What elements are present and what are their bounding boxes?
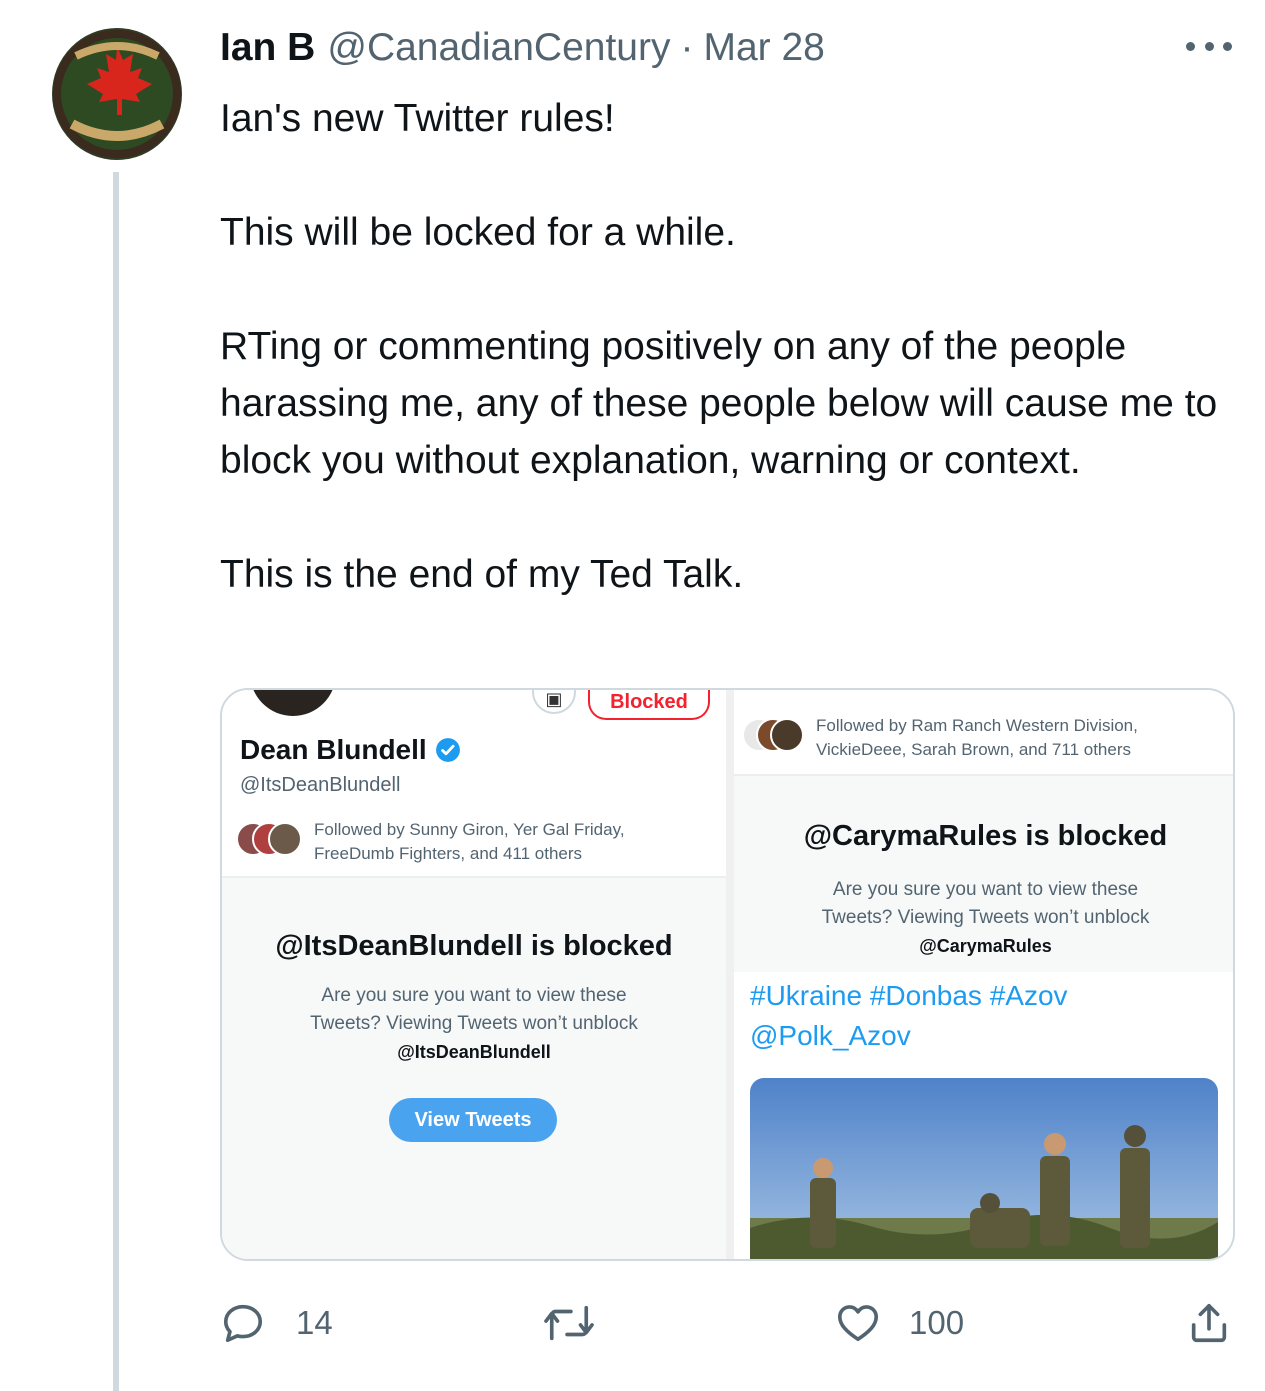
reply-icon — [220, 1300, 266, 1346]
followed-by-line: Followed by Sunny Giron, Yer Gal Friday, — [314, 820, 625, 839]
reply-button[interactable]: 14 — [220, 1300, 333, 1346]
follower-avatars — [236, 822, 302, 858]
blocked-notice: @CarymaRules is blocked Are you sure you… — [734, 774, 1233, 972]
blocked-description: Are you sure you want to view these Twee… — [734, 876, 1233, 960]
separator: · — [680, 26, 694, 69]
blocked-button: Blocked — [588, 690, 710, 720]
author-avatar[interactable] — [52, 28, 182, 160]
blocked-notice: @ItsDeanBlundell is blocked Are you sure… — [222, 876, 726, 1259]
followed-by-line: FreeDumb Fighters, and 411 others — [314, 844, 583, 863]
followed-by: Followed by Sunny Giron, Yer Gal Friday,… — [236, 818, 716, 866]
tweet-header: Ian B @CanadianCentury · Mar 28 — [220, 26, 825, 76]
embedded-media[interactable]: ▣ Blocked Dean Blundell @ItsDeanBlundell… — [220, 688, 1235, 1261]
profile-name: Dean Blundell — [240, 734, 461, 766]
tweet-text: Ian's new Twitter rules! This will be lo… — [220, 90, 1220, 603]
blocked-title: @ItsDeanBlundell is blocked — [275, 930, 673, 962]
blocked-title: @CarymaRules is blocked — [803, 820, 1168, 852]
followed-by-line: VickieDeee, Sarah Brown, and 711 others — [816, 740, 1132, 759]
follower-avatars — [742, 718, 804, 754]
tweet-paragraph: This is the end of my Ted Talk. — [220, 553, 744, 596]
profile-handle: @ItsDeanBlundell — [240, 774, 401, 796]
like-count: 100 — [909, 1304, 965, 1341]
like-button[interactable]: 100 — [835, 1300, 964, 1346]
blocked-desc-handle: @CarymaRules — [919, 936, 1052, 956]
profile-avatar — [250, 690, 336, 716]
hashtag-line: #Ukraine #Donbas #Azov — [750, 980, 1068, 1011]
tweet-paragraph: This will be locked for a while. — [220, 211, 736, 254]
blocked-description: Are you sure you want to view these Twee… — [222, 982, 726, 1066]
followed-by-line: Followed by Ram Ranch Western Division, — [816, 716, 1138, 735]
share-icon — [1186, 1300, 1232, 1346]
screenshot-divider — [726, 690, 734, 1259]
tweet-paragraph: RTing or commenting positively on any of… — [220, 325, 1218, 482]
maple-leaf-logo — [53, 30, 181, 158]
camera-icon: ▣ — [532, 690, 576, 714]
tweet-paragraph: Ian's new Twitter rules! — [220, 97, 615, 140]
soldiers-photo — [750, 1078, 1218, 1259]
thread-line — [113, 172, 119, 1391]
tweet-hashtags: #Ukraine #Donbas #Azov @Polk_Azov — [750, 976, 1068, 1056]
reply-count: 14 — [296, 1304, 333, 1341]
blocked-desc-line: Are you sure you want to view these — [832, 879, 1139, 900]
blocked-desc-line: Tweets? Viewing Tweets won’t unblock — [310, 1013, 638, 1034]
right-screenshot: Followed by Ram Ranch Western Division, … — [734, 690, 1233, 1259]
author-name[interactable]: Ian B — [220, 26, 315, 70]
tweet-date[interactable]: Mar 28 — [703, 26, 824, 70]
more-icon[interactable] — [1186, 34, 1232, 58]
blocked-desc-line: Are you sure you want to view these — [321, 985, 627, 1006]
followed-by: Followed by Ram Ranch Western Division, … — [742, 714, 1222, 762]
retweet-button[interactable] — [540, 1300, 598, 1346]
retweet-icon — [540, 1300, 598, 1346]
verified-badge-icon — [435, 737, 461, 763]
author-handle[interactable]: @CanadianCentury — [327, 26, 670, 70]
left-screenshot: ▣ Blocked Dean Blundell @ItsDeanBlundell… — [222, 690, 726, 1259]
like-icon — [835, 1300, 881, 1346]
blocked-desc-line: Tweets? Viewing Tweets won’t unblock — [821, 907, 1150, 928]
share-button[interactable] — [1186, 1300, 1232, 1346]
mention-link: @Polk_Azov — [750, 1020, 911, 1051]
profile-name-text: Dean Blundell — [240, 734, 427, 765]
blocked-desc-handle: @ItsDeanBlundell — [397, 1042, 551, 1062]
view-tweets-button: View Tweets — [389, 1098, 557, 1142]
